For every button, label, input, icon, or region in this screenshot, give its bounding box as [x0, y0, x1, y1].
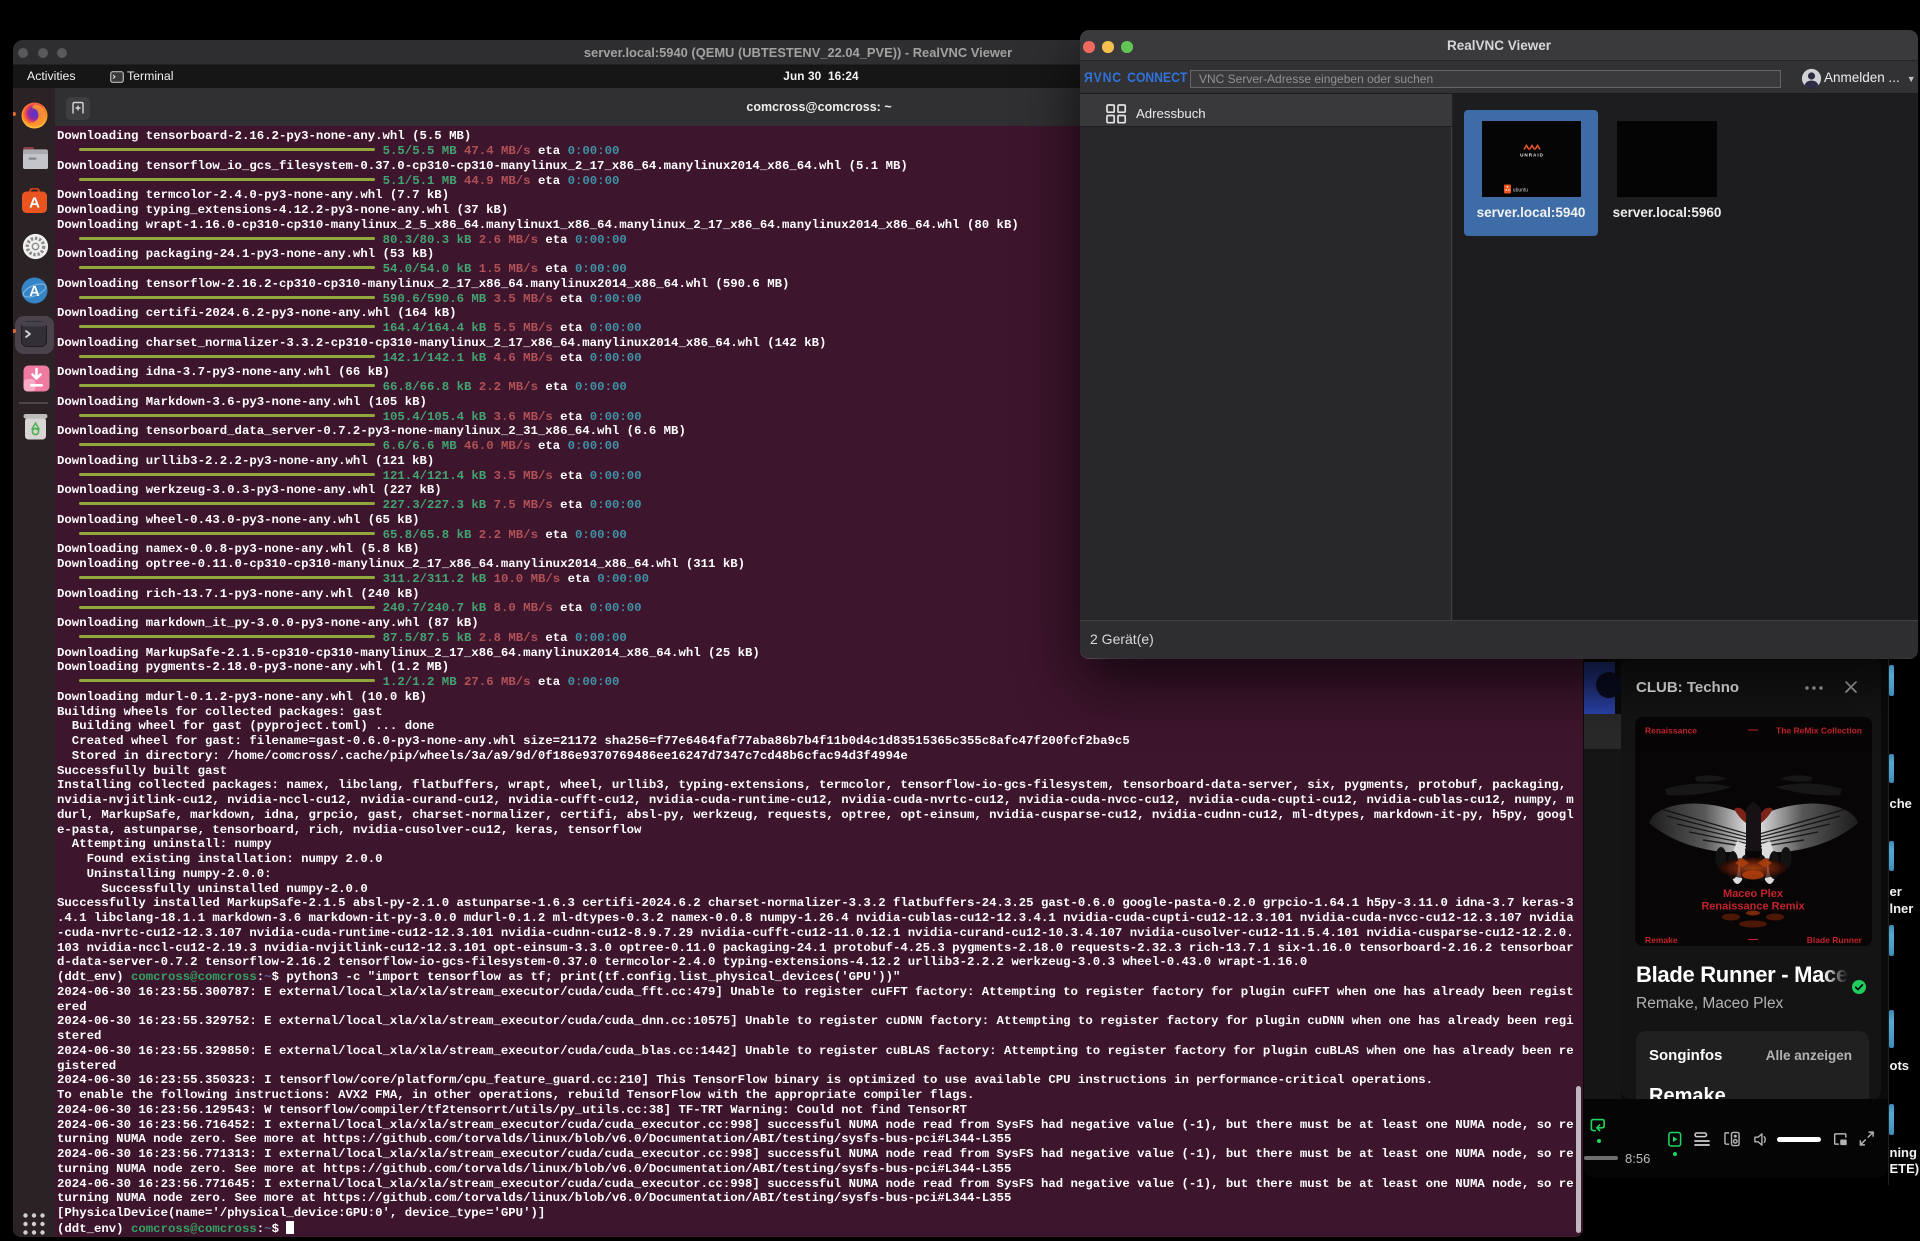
svg-text:A: A [29, 284, 40, 300]
svg-text:Maceo Plex: Maceo Plex [1723, 888, 1784, 900]
svg-text:Blade Runner: Blade Runner [1807, 935, 1863, 945]
svg-text:Renaissance: Renaissance [1645, 726, 1697, 736]
svg-text:Renaissance Remix: Renaissance Remix [1701, 901, 1805, 913]
svg-text:—: — [1748, 934, 1758, 945]
svg-text:Remake: Remake [1645, 935, 1678, 945]
svg-text:The ReMix Collection: The ReMix Collection [1776, 726, 1862, 736]
svg-text:—: — [1748, 725, 1758, 736]
svg-text:A: A [29, 194, 40, 211]
svg-text:UNRAID: UNRAID [1520, 153, 1544, 158]
svg-text:ubuntu: ubuntu [1513, 188, 1529, 194]
